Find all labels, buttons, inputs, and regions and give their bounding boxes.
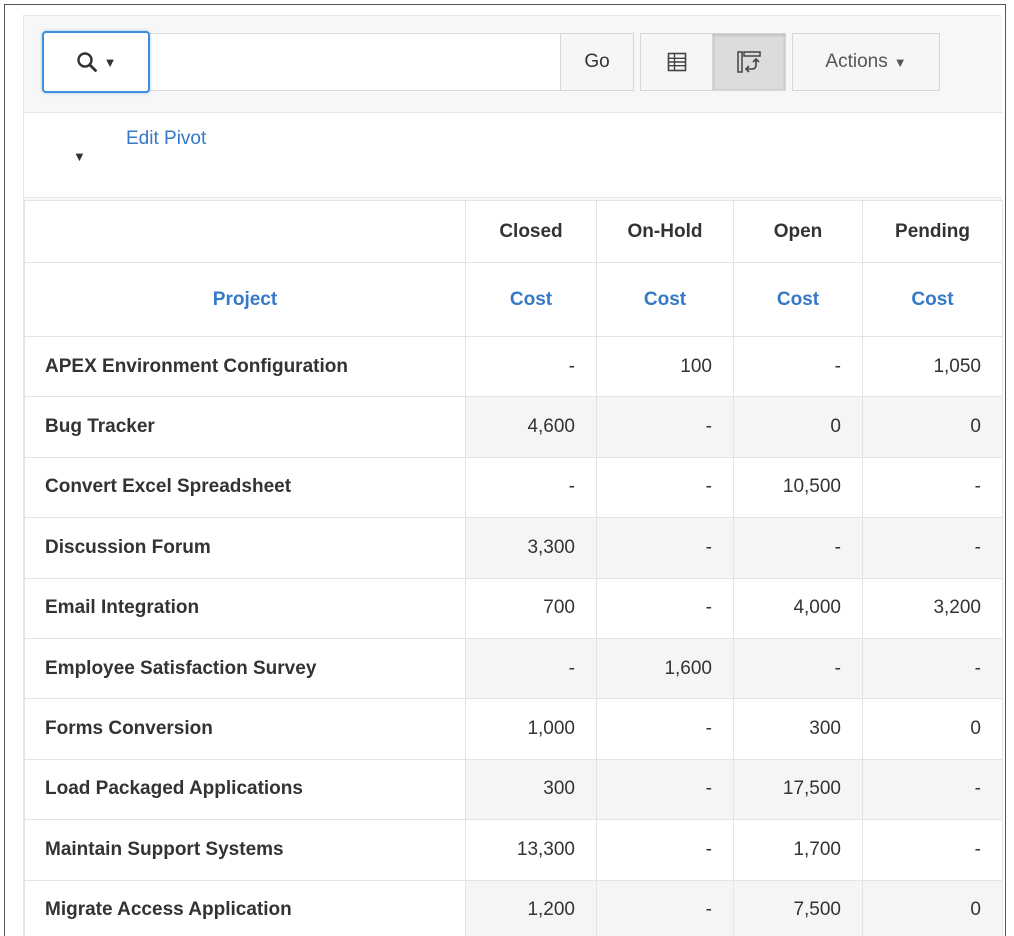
cost-cell: 0 — [733, 396, 863, 458]
table-row: Forms Conversion 1,000 - 300 0 — [24, 698, 1003, 760]
window-frame: ▼ Go Actions ▼ ▼ Edit Pivot Closed On-Ho… — [4, 4, 1006, 936]
cost-cell: - — [596, 698, 734, 760]
cost-cell: 3,300 — [465, 517, 597, 579]
cost-column-header[interactable]: Cost — [465, 262, 597, 337]
cost-cell: - — [862, 819, 1003, 881]
cost-cell: - — [465, 456, 597, 519]
value-header-row: Project Cost Cost Cost Cost — [24, 262, 1003, 337]
cost-cell: - — [862, 517, 1003, 579]
cost-cell: 1,000 — [465, 698, 597, 760]
project-cell: Migrate Access Application — [24, 879, 466, 936]
cost-cell: - — [596, 758, 734, 821]
table-row: Bug Tracker 4,600 - 0 0 — [24, 396, 1003, 458]
cost-cell: 4,600 — [465, 396, 597, 458]
chevron-down-icon: ▼ — [103, 54, 117, 70]
project-cell: Convert Excel Spreadsheet — [24, 456, 466, 519]
search-icon — [76, 52, 97, 72]
view-pivot-button[interactable] — [713, 33, 786, 91]
cost-cell: 1,200 — [465, 879, 597, 936]
pivot-column-header: Open — [733, 200, 863, 263]
cost-column-header[interactable]: Cost — [733, 262, 863, 337]
cost-cell: 700 — [465, 577, 597, 639]
cost-cell: 0 — [862, 396, 1003, 458]
project-cell: Email Integration — [24, 577, 466, 639]
project-cell: Forms Conversion — [24, 698, 466, 760]
cost-cell: - — [862, 758, 1003, 821]
cost-cell: - — [596, 577, 734, 639]
cost-cell: 4,000 — [733, 577, 863, 639]
cost-cell: 0 — [862, 879, 1003, 936]
cost-cell: 100 — [596, 335, 734, 398]
chevron-down-icon: ▼ — [893, 54, 907, 70]
cost-cell: 1,600 — [596, 637, 734, 700]
search-input[interactable] — [153, 34, 562, 92]
cost-cell: - — [465, 637, 597, 700]
pivot-column-header: On-Hold — [596, 200, 734, 263]
table-row: Load Packaged Applications 300 - 17,500 … — [24, 758, 1003, 821]
cost-cell: - — [596, 879, 734, 936]
cost-cell: 0 — [862, 698, 1003, 760]
cost-column-header[interactable]: Cost — [862, 262, 1003, 337]
table-row: APEX Environment Configuration - 100 - 1… — [24, 335, 1003, 398]
view-pivot-icon — [737, 51, 761, 73]
collapse-toggle-icon[interactable]: ▼ — [73, 149, 86, 164]
table-row: Maintain Support Systems 13,300 - 1,700 … — [24, 819, 1003, 881]
report-toolbar: ▼ Go Actions ▼ — [24, 16, 1002, 112]
cost-cell: - — [596, 819, 734, 881]
actions-menu-button[interactable]: Actions ▼ — [792, 33, 940, 91]
cost-cell: 1,700 — [733, 819, 863, 881]
table-row: Discussion Forum 3,300 - - - — [24, 517, 1003, 579]
cost-cell: - — [596, 517, 734, 579]
cost-cell: - — [465, 335, 597, 398]
pivot-table: Closed On-Hold Open Pending Project Cost… — [24, 200, 1003, 936]
pivot-corner-cell — [24, 200, 466, 263]
search-column-button[interactable]: ▼ — [42, 31, 150, 93]
project-cell: APEX Environment Configuration — [24, 335, 466, 398]
search-bar: ▼ — [42, 31, 632, 93]
cost-cell: - — [862, 456, 1003, 519]
cost-cell: - — [596, 396, 734, 458]
view-switcher — [640, 33, 786, 91]
cost-cell: 300 — [733, 698, 863, 760]
cost-cell: - — [733, 335, 863, 398]
cost-cell: 10,500 — [733, 456, 863, 519]
pivot-column-header: Pending — [862, 200, 1003, 263]
cost-cell: - — [733, 637, 863, 700]
cost-cell: 3,200 — [862, 577, 1003, 639]
cost-cell: - — [862, 637, 1003, 700]
table-row: Employee Satisfaction Survey - 1,600 - - — [24, 637, 1003, 700]
cost-cell: 300 — [465, 758, 597, 821]
view-report-icon — [667, 52, 686, 72]
cost-cell: - — [733, 517, 863, 579]
project-column-header[interactable]: Project — [24, 262, 466, 337]
table-row: Email Integration 700 - 4,000 3,200 — [24, 577, 1003, 639]
cost-cell: 13,300 — [465, 819, 597, 881]
table-row: Convert Excel Spreadsheet - - 10,500 - — [24, 456, 1003, 519]
go-button[interactable]: Go — [560, 33, 634, 91]
pivot-control-bar: ▼ Edit Pivot — [24, 112, 1002, 198]
project-cell: Discussion Forum — [24, 517, 466, 579]
cost-column-header[interactable]: Cost — [596, 262, 734, 337]
project-cell: Employee Satisfaction Survey — [24, 637, 466, 700]
pivot-column-header: Closed — [465, 200, 597, 263]
edit-pivot-link[interactable]: Edit Pivot — [126, 128, 206, 150]
interactive-report-region: ▼ Go Actions ▼ ▼ Edit Pivot Closed On-Ho… — [23, 15, 1003, 936]
pivot-column-header-row: Closed On-Hold Open Pending — [24, 200, 1003, 263]
project-cell: Load Packaged Applications — [24, 758, 466, 821]
cost-cell: 1,050 — [862, 335, 1003, 398]
table-row: Migrate Access Application 1,200 - 7,500… — [24, 879, 1003, 936]
project-cell: Maintain Support Systems — [24, 819, 466, 881]
cost-cell: - — [596, 456, 734, 519]
actions-label: Actions — [825, 51, 888, 72]
cost-cell: 17,500 — [733, 758, 863, 821]
view-report-button[interactable] — [640, 33, 713, 91]
cost-cell: 7,500 — [733, 879, 863, 936]
project-cell: Bug Tracker — [24, 396, 466, 458]
